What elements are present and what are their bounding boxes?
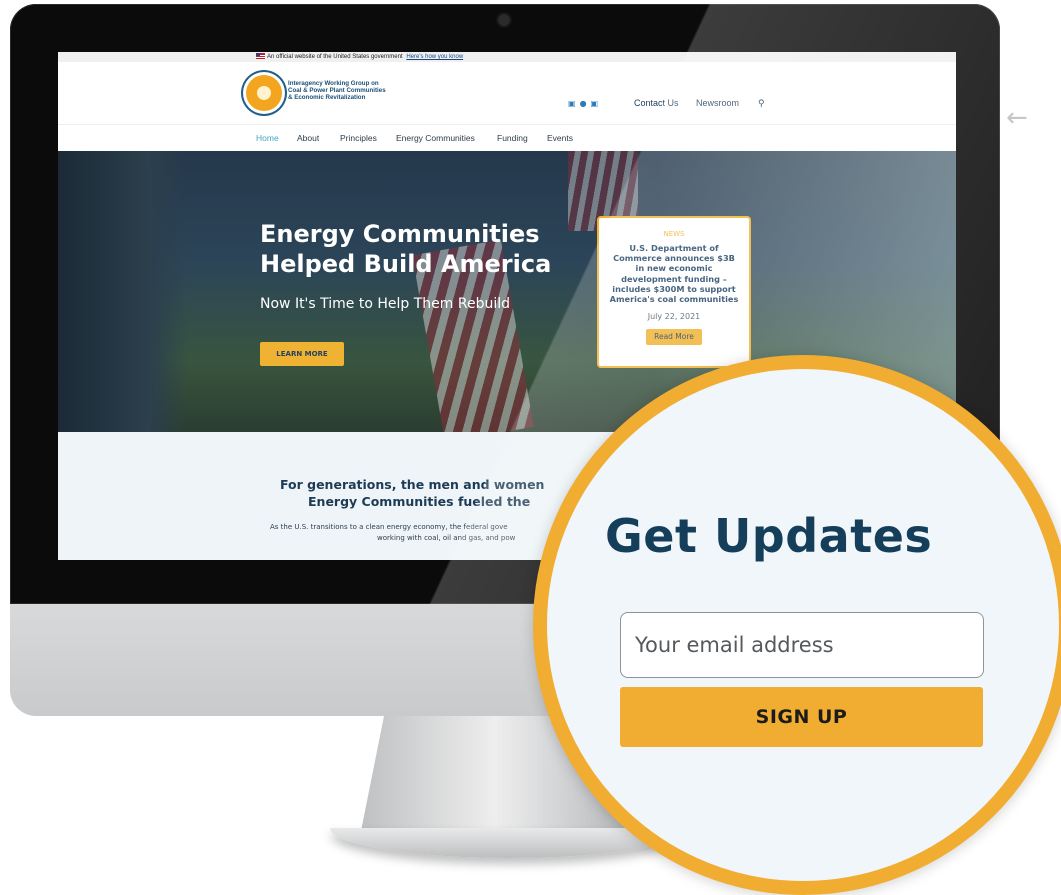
signup-magnifier: Get Updates SIGN UP [533,355,1061,895]
gov-banner-link[interactable]: Here's how you know [406,54,463,60]
social-links: ▣●▣ [568,99,602,108]
logo-line-3: & Economic Revitalization [288,94,366,101]
contact-us-link[interactable]: Contact Us [634,98,679,108]
sun-logo-icon[interactable] [246,75,282,111]
intro-body: As the U.S. transitions to a clean energ… [270,522,570,544]
intro-body-line-2: working with coal, oil and gas, and pow [377,534,516,542]
get-updates-title: Get Updates [605,509,933,563]
news-date: July 22, 2021 [647,312,701,322]
gov-banner-text: An official website of the United States… [267,54,403,60]
linkedin-icon[interactable]: ▣ [591,99,603,108]
hero-background-tree [58,151,188,432]
facebook-icon[interactable]: ▣ [568,99,580,108]
intro-title-line-2: Energy Communities fueled the [308,494,531,509]
camera-icon [498,14,510,26]
arrow-left-icon: ← [1006,103,1028,133]
search-icon[interactable]: ⚲ [758,98,765,109]
hero-subtitle: Now It's Time to Help Them Rebuild [260,296,510,312]
nav-home[interactable]: Home [256,133,279,143]
news-headline[interactable]: U.S. Department of Commerce announces $3… [609,243,739,304]
intro-body-line-1: As the U.S. transitions to a clean energ… [270,523,508,531]
learn-more-button[interactable]: LEARN MORE [260,342,344,366]
logo-line-2: Coal & Power Plant Communities [288,87,386,94]
hero-title-line-2: Helped Build America [260,250,552,278]
logo-line-1: Interagency Working Group on [288,80,379,87]
email-field[interactable] [620,612,984,678]
nav-events[interactable]: Events [547,133,573,143]
news-tag: NEWS [663,230,685,238]
gov-banner: An official website of the United States… [58,52,956,62]
newsroom-link[interactable]: Newsroom [696,98,739,108]
nav-principles[interactable]: Principles [340,133,377,143]
main-nav: Home About Principles Energy Communities… [58,125,956,152]
us-flag-icon [256,53,265,60]
site-logo-text[interactable]: Interagency Working Group on Coal & Powe… [288,80,428,101]
hero-title-line-1: Energy Communities [260,220,540,248]
nav-funding[interactable]: Funding [497,133,528,143]
twitter-icon[interactable]: ● [580,99,591,108]
sign-up-button[interactable]: SIGN UP [620,687,983,747]
nav-about[interactable]: About [297,133,319,143]
site-header: Interagency Working Group on Coal & Powe… [58,62,956,125]
nav-energy-communities[interactable]: Energy Communities [396,133,475,143]
intro-title: For generations, the men and women Energ… [280,476,580,510]
news-card: NEWS U.S. Department of Commerce announc… [597,216,751,368]
read-more-button[interactable]: Read More [646,329,702,346]
intro-title-line-1: For generations, the men and women [280,477,545,492]
hero-title: Energy Communities Helped Build America [260,219,580,279]
